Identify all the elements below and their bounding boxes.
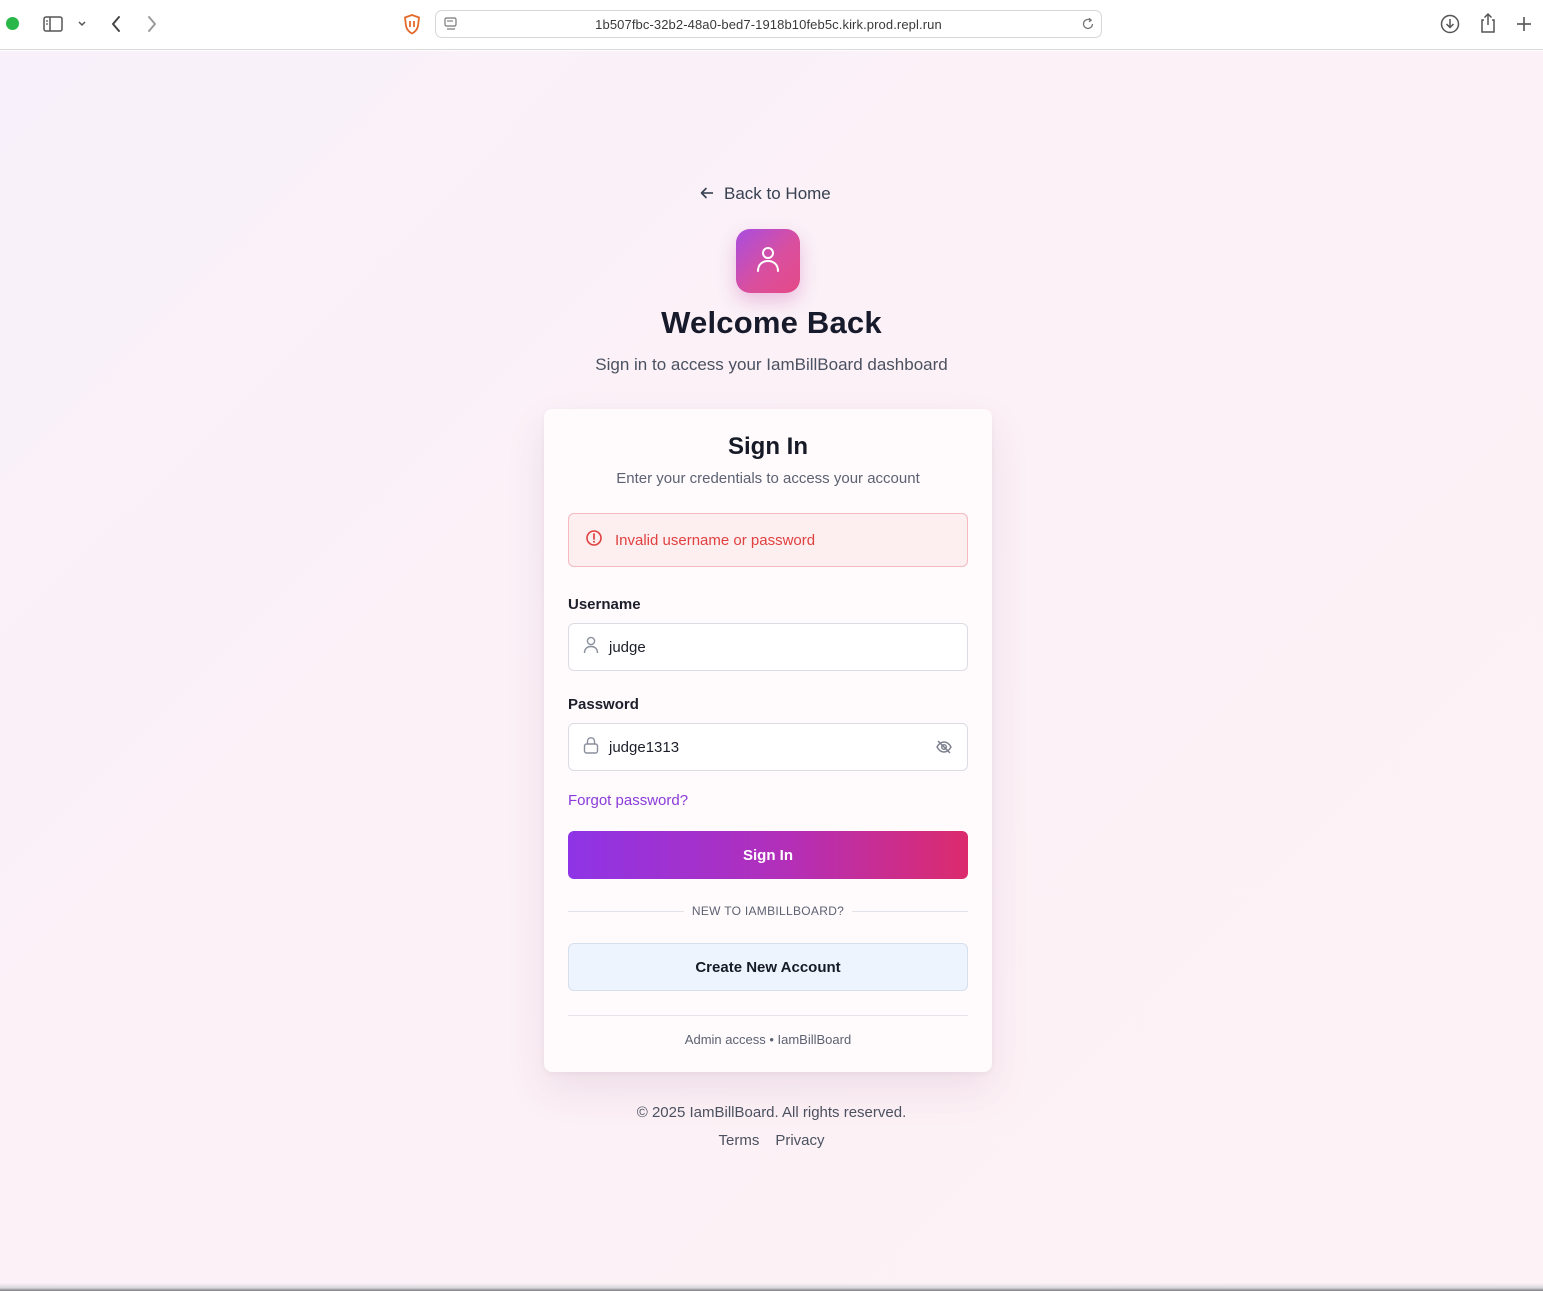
dock-edge [0, 1283, 1543, 1291]
username-field[interactable]: judge [568, 623, 968, 671]
page-subtitle: Sign in to access your IamBillBoard dash… [595, 355, 948, 374]
privacy-link[interactable]: Privacy [775, 1132, 824, 1149]
shield-icon[interactable] [401, 12, 423, 36]
lock-icon [583, 736, 599, 759]
divider-line [852, 910, 969, 912]
error-alert: Invalid username or password [568, 513, 968, 567]
card-title: Sign In [728, 433, 808, 460]
reload-icon[interactable] [1081, 17, 1095, 36]
footer-links: Terms Privacy [0, 1132, 1543, 1149]
login-page: Back to Home Welcome Back Sign in to acc… [0, 51, 1543, 1291]
back-to-home-link[interactable]: Back to Home [700, 182, 831, 206]
card-subtitle: Enter your credentials to access your ac… [616, 470, 920, 487]
sidebar-toggle-icon[interactable] [42, 14, 64, 34]
alert-circle-icon [585, 529, 603, 552]
arrow-left-icon [700, 184, 714, 204]
forward-arrow-icon[interactable] [142, 13, 162, 35]
card-footer-text: Admin access • IamBillBoard [684, 1032, 852, 1047]
divider-line [568, 910, 684, 912]
create-account-button[interactable]: Create New Account [568, 943, 968, 991]
username-value: judge [609, 638, 646, 656]
error-message: Invalid username or password [615, 531, 816, 549]
page-title: Welcome Back [661, 305, 882, 340]
download-icon[interactable] [1439, 13, 1461, 35]
back-to-home-label: Back to Home [724, 184, 831, 203]
divider-text: NEW TO IAMBILLBOARD? [691, 904, 845, 918]
share-icon[interactable] [1477, 11, 1499, 35]
password-value: judge1313 [609, 738, 680, 756]
divider: NEW TO IAMBILLBOARD? [568, 901, 969, 921]
password-label: Password [568, 696, 639, 713]
eye-off-icon[interactable] [935, 738, 953, 761]
forgot-password-link[interactable]: Forgot password? [568, 792, 688, 809]
chevron-down-icon[interactable] [76, 18, 88, 30]
password-field[interactable]: judge1313 [568, 723, 968, 771]
username-label: Username [568, 596, 641, 613]
copyright-text: © 2025 IamBillBoard. All rights reserved… [636, 1104, 907, 1121]
url-text: 1b507fbc-32b2-48a0-bed7-1918b10feb5c.kir… [595, 16, 942, 32]
address-bar[interactable]: 1b507fbc-32b2-48a0-bed7-1918b10feb5c.kir… [435, 10, 1102, 38]
terms-link[interactable]: Terms [718, 1132, 759, 1149]
window-control-dot[interactable] [6, 17, 19, 30]
sign-in-card: Sign In Enter your credentials to access… [544, 409, 992, 1072]
user-icon [583, 636, 599, 659]
new-tab-icon[interactable] [1513, 13, 1535, 35]
back-arrow-icon[interactable] [106, 13, 126, 35]
sign-in-button[interactable]: Sign In [568, 831, 968, 879]
card-separator [568, 1015, 968, 1016]
page-settings-icon[interactable] [444, 17, 460, 36]
app-logo [736, 229, 800, 293]
user-icon [755, 245, 781, 278]
browser-toolbar: 1b507fbc-32b2-48a0-bed7-1918b10feb5c.kir… [0, 0, 1543, 50]
